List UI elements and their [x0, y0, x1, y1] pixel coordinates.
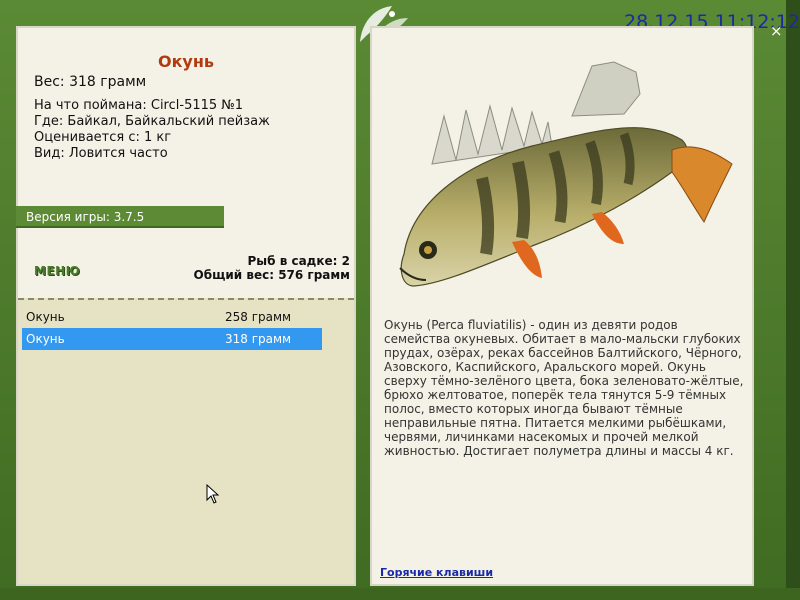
bottom-edge-strip: [0, 588, 800, 600]
net-stats: Рыб в садке: 2 Общий вес: 576 грамм: [194, 254, 350, 282]
fish-weight: Вес: 318 грамм: [34, 74, 147, 90]
close-button[interactable]: ×: [770, 22, 783, 40]
catch-weight: 258 грамм: [225, 310, 292, 324]
fish-count: Рыб в садке: 2: [247, 254, 351, 268]
catch-weight: 318 грамм: [225, 332, 292, 346]
catch-name: Окунь: [26, 310, 65, 324]
fish-description-panel: Окунь (Perca fluviatilis) - один из девя…: [370, 26, 754, 586]
catch-info-panel: Окунь Вес: 318 грамм На что поймана: Cir…: [16, 26, 356, 586]
fish-location: Где: Байкал, Байкальский пейзаж: [34, 114, 270, 129]
catch-list-item-selected[interactable]: Окунь 318 грамм: [22, 328, 322, 350]
hotkeys-link[interactable]: Горячие клавиши: [380, 566, 493, 579]
fish-frequency: Вид: Ловится часто: [34, 146, 168, 161]
game-version-bar: Версия игры: 3.7.5: [16, 206, 224, 228]
right-edge-strip: [786, 0, 800, 600]
fish-info-section: Окунь Вес: 318 грамм На что поймана: Cir…: [16, 28, 354, 298]
total-weight: Общий вес: 576 грамм: [193, 268, 350, 282]
fish-bait: На что поймана: Circl-5115 №1: [34, 98, 244, 113]
catch-name: Окунь: [26, 332, 65, 346]
catch-list-item[interactable]: Окунь 258 грамм: [22, 306, 322, 328]
perch-fish-image: [399, 61, 733, 287]
mouse-cursor-icon: [206, 484, 220, 504]
catch-list: Окунь 258 грамм Окунь 318 грамм: [18, 298, 354, 584]
fish-valuation: Оценивается с: 1 кг: [34, 130, 172, 145]
menu-button[interactable]: МЕНЮ: [34, 264, 80, 278]
fish-description: Окунь (Perca fluviatilis) - один из девя…: [384, 318, 744, 458]
fish-title: Окунь: [157, 52, 215, 71]
